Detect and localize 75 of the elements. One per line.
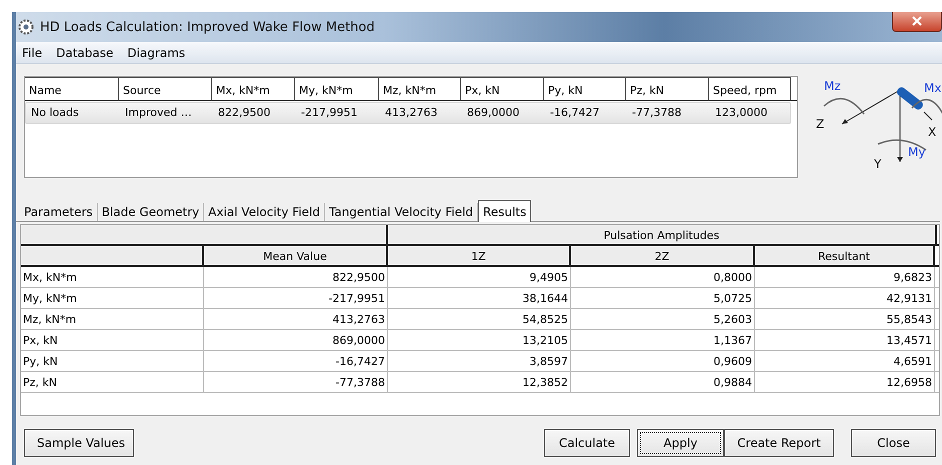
dialog-button[interactable]: Close — [851, 429, 936, 457]
table-cell: 13,2105 — [388, 330, 571, 350]
column-header[interactable]: Mz, kN*m — [379, 77, 461, 100]
column-header: 2Z — [571, 246, 755, 265]
table-cell: 0,8000 — [571, 267, 755, 287]
axis-label: Mz — [824, 79, 841, 93]
dialog-button[interactable]: Sample Values — [24, 429, 134, 457]
table-cell: 42,9131 — [755, 288, 935, 308]
column-header: Mean Value — [204, 246, 388, 265]
table-cell: 9,4905 — [388, 267, 571, 287]
table-cell: 869,0000 — [204, 330, 388, 350]
column-header: 1Z — [388, 246, 571, 265]
table-cell: -16,7427 — [204, 351, 388, 371]
axis-label: Mx — [924, 81, 942, 95]
table-cell-text: 413,2763 — [384, 105, 438, 121]
column-header: Resultant — [755, 246, 935, 265]
table-cell: 12,6958 — [755, 372, 935, 392]
table-cell: 5,0725 — [571, 288, 755, 308]
table-cell-text: -77,3788 — [631, 105, 682, 121]
table-cell: 9,6823 — [755, 267, 935, 287]
row-label: Px, kN — [21, 330, 204, 350]
app-gear-icon — [18, 19, 34, 35]
table-cell: -77,3788 — [204, 372, 388, 392]
table-cell-text: No loads — [30, 105, 80, 121]
table-cell: 12,3852 — [388, 372, 571, 392]
dialog-button[interactable]: Apply — [637, 429, 724, 457]
table-cell-text: 123,0000 — [714, 105, 768, 121]
header-cell: Pulsation Amplitudes — [388, 225, 937, 244]
axis-label: X — [928, 125, 936, 139]
menu-item[interactable]: Database — [56, 46, 114, 60]
column-header[interactable]: Pz, kN — [626, 77, 709, 100]
table-cell-text: 869,0000 — [466, 105, 520, 121]
row-label: Mx, kN*m — [21, 267, 204, 287]
table-cell-text: Improved … — [124, 105, 193, 121]
dialog-button[interactable]: Create Report — [724, 429, 834, 457]
row-label: Py, kN — [21, 351, 204, 371]
column-header[interactable]: Mx, kN*m — [212, 77, 295, 100]
table-cell: 413,2763 — [204, 309, 388, 329]
column-header[interactable]: Source — [119, 77, 212, 100]
tab[interactable]: Results — [478, 200, 532, 222]
tab[interactable]: Blade Geometry — [98, 203, 204, 221]
axis-label: Y — [874, 157, 882, 171]
close-icon[interactable] — [892, 12, 942, 32]
tab[interactable]: Axial Velocity Field — [204, 203, 325, 221]
table-cell: 38,1644 — [388, 288, 571, 308]
column-header[interactable]: Py, kN — [544, 77, 626, 100]
table-cell: -217,9951 — [204, 288, 388, 308]
table-cell: 54,8525 — [388, 309, 571, 329]
row-label: Mz, kN*m — [21, 309, 204, 329]
menu-item[interactable]: File — [22, 46, 42, 60]
table-cell: 0,9884 — [571, 372, 755, 392]
tab[interactable]: Parameters — [20, 203, 98, 221]
table-cell: 0,9609 — [571, 351, 755, 371]
row-label: Pz, kN — [21, 372, 204, 392]
axis-label: My — [908, 145, 926, 159]
table-row[interactable]: No loads Improved … 822,9500 -217,9951 413,2763 869,0000 -16,7427 -77,3788 123,0000 — [25, 102, 791, 124]
table-cell: 822,9500 — [204, 267, 388, 287]
table-cell: 1,1367 — [571, 330, 755, 350]
table-cell: 4,6591 — [755, 351, 935, 371]
menu-item[interactable]: Diagrams — [127, 46, 186, 60]
column-header[interactable]: Name — [25, 77, 119, 100]
table-cell-text: -16,7427 — [549, 105, 600, 121]
row-label: My, kN*m — [21, 288, 204, 308]
table-cell-text: -217,9951 — [300, 105, 358, 121]
table-cell: 5,2603 — [571, 309, 755, 329]
table-cell: 3,8597 — [388, 351, 571, 371]
window-title: HD Loads Calculation: Improved Wake Flow Method — [40, 20, 375, 34]
dialog-button[interactable]: Calculate — [544, 429, 630, 457]
column-header[interactable]: Speed, rpm — [709, 77, 791, 100]
column-header[interactable]: Px, kN — [461, 77, 544, 100]
table-cell-text: 822,9500 — [217, 105, 272, 121]
table-cell: 55,8543 — [755, 309, 935, 329]
column-header[interactable]: My, kN*m — [295, 77, 379, 100]
axis-label: Z — [816, 117, 824, 131]
table-cell: 13,4571 — [755, 330, 935, 350]
